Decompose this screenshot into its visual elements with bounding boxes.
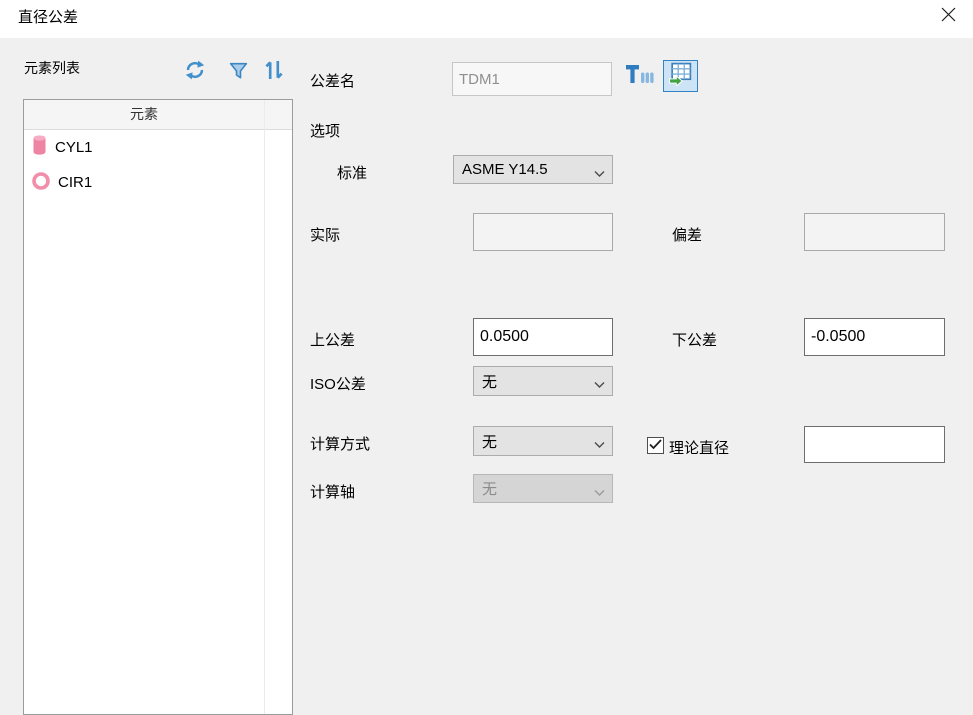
standard-label: 标准 [337, 162, 367, 183]
element-name: CIR1 [58, 174, 92, 191]
calc-axis-value: 无 [482, 478, 497, 499]
close-button[interactable] [931, 2, 965, 32]
element-list-label: 元素列表 [24, 58, 80, 78]
chevron-down-icon [594, 165, 605, 182]
iso-tolerance-value: 无 [482, 371, 497, 392]
actual-input [473, 213, 613, 251]
send-to-table-button[interactable] [663, 60, 698, 92]
calc-axis-label: 计算轴 [310, 481, 355, 502]
upper-tolerance-input[interactable] [473, 318, 613, 356]
element-name: CYL1 [55, 139, 93, 156]
filter-button[interactable] [225, 60, 251, 86]
dialog-title: 直径公差 [18, 0, 78, 36]
deviation-label: 偏差 [672, 224, 702, 245]
theoretical-diameter-input[interactable] [804, 426, 945, 463]
iso-tolerance-select[interactable]: 无 [473, 366, 613, 396]
title-bar: 直径公差 [0, 0, 973, 38]
chevron-down-icon [594, 436, 605, 453]
theoretical-diameter-label: 理论直径 [669, 437, 729, 458]
checkmark-icon [649, 437, 662, 455]
text-label-icon [626, 64, 654, 91]
circle-icon [31, 171, 51, 195]
standard-select[interactable]: ASME Y14.5 [453, 155, 613, 184]
theoretical-diameter-checkbox[interactable] [647, 437, 664, 454]
table-export-icon [668, 61, 693, 91]
chevron-down-icon [594, 376, 605, 393]
table-row-cyl1[interactable]: CYL1 [24, 130, 263, 165]
chevron-down-icon [594, 484, 605, 501]
sort-button[interactable] [261, 59, 287, 85]
iso-tolerance-label: ISO公差 [310, 373, 366, 394]
close-icon [941, 7, 956, 27]
deviation-input [804, 213, 945, 251]
actual-label: 实际 [310, 224, 340, 245]
calc-method-label: 计算方式 [310, 433, 370, 454]
filter-icon [228, 60, 249, 87]
diameter-tolerance-dialog: 直径公差 元素列表 [0, 0, 973, 715]
calc-method-select[interactable]: 无 [473, 426, 613, 456]
upper-tolerance-label: 上公差 [310, 329, 355, 350]
table-row-cir1[interactable]: CIR1 [24, 165, 263, 200]
lower-tolerance-input[interactable] [804, 318, 945, 356]
sort-icon [263, 58, 285, 87]
element-column-header: 元素 [24, 100, 264, 129]
element-table: 元素 CYL1 CIR1 [23, 99, 293, 715]
column-divider [264, 100, 265, 714]
element-table-header[interactable]: 元素 [24, 100, 292, 130]
tolerance-name-input[interactable] [452, 62, 612, 96]
cylinder-icon [31, 134, 48, 161]
calc-method-value: 无 [482, 431, 497, 452]
text-label-button[interactable] [625, 64, 655, 90]
options-section-label: 选项 [310, 120, 340, 141]
tolerance-name-label: 公差名 [310, 70, 355, 91]
lower-tolerance-label: 下公差 [672, 329, 717, 350]
calc-axis-select: 无 [473, 474, 613, 503]
standard-value: ASME Y14.5 [462, 161, 548, 178]
refresh-icon [183, 58, 207, 87]
refresh-button[interactable] [182, 59, 208, 85]
